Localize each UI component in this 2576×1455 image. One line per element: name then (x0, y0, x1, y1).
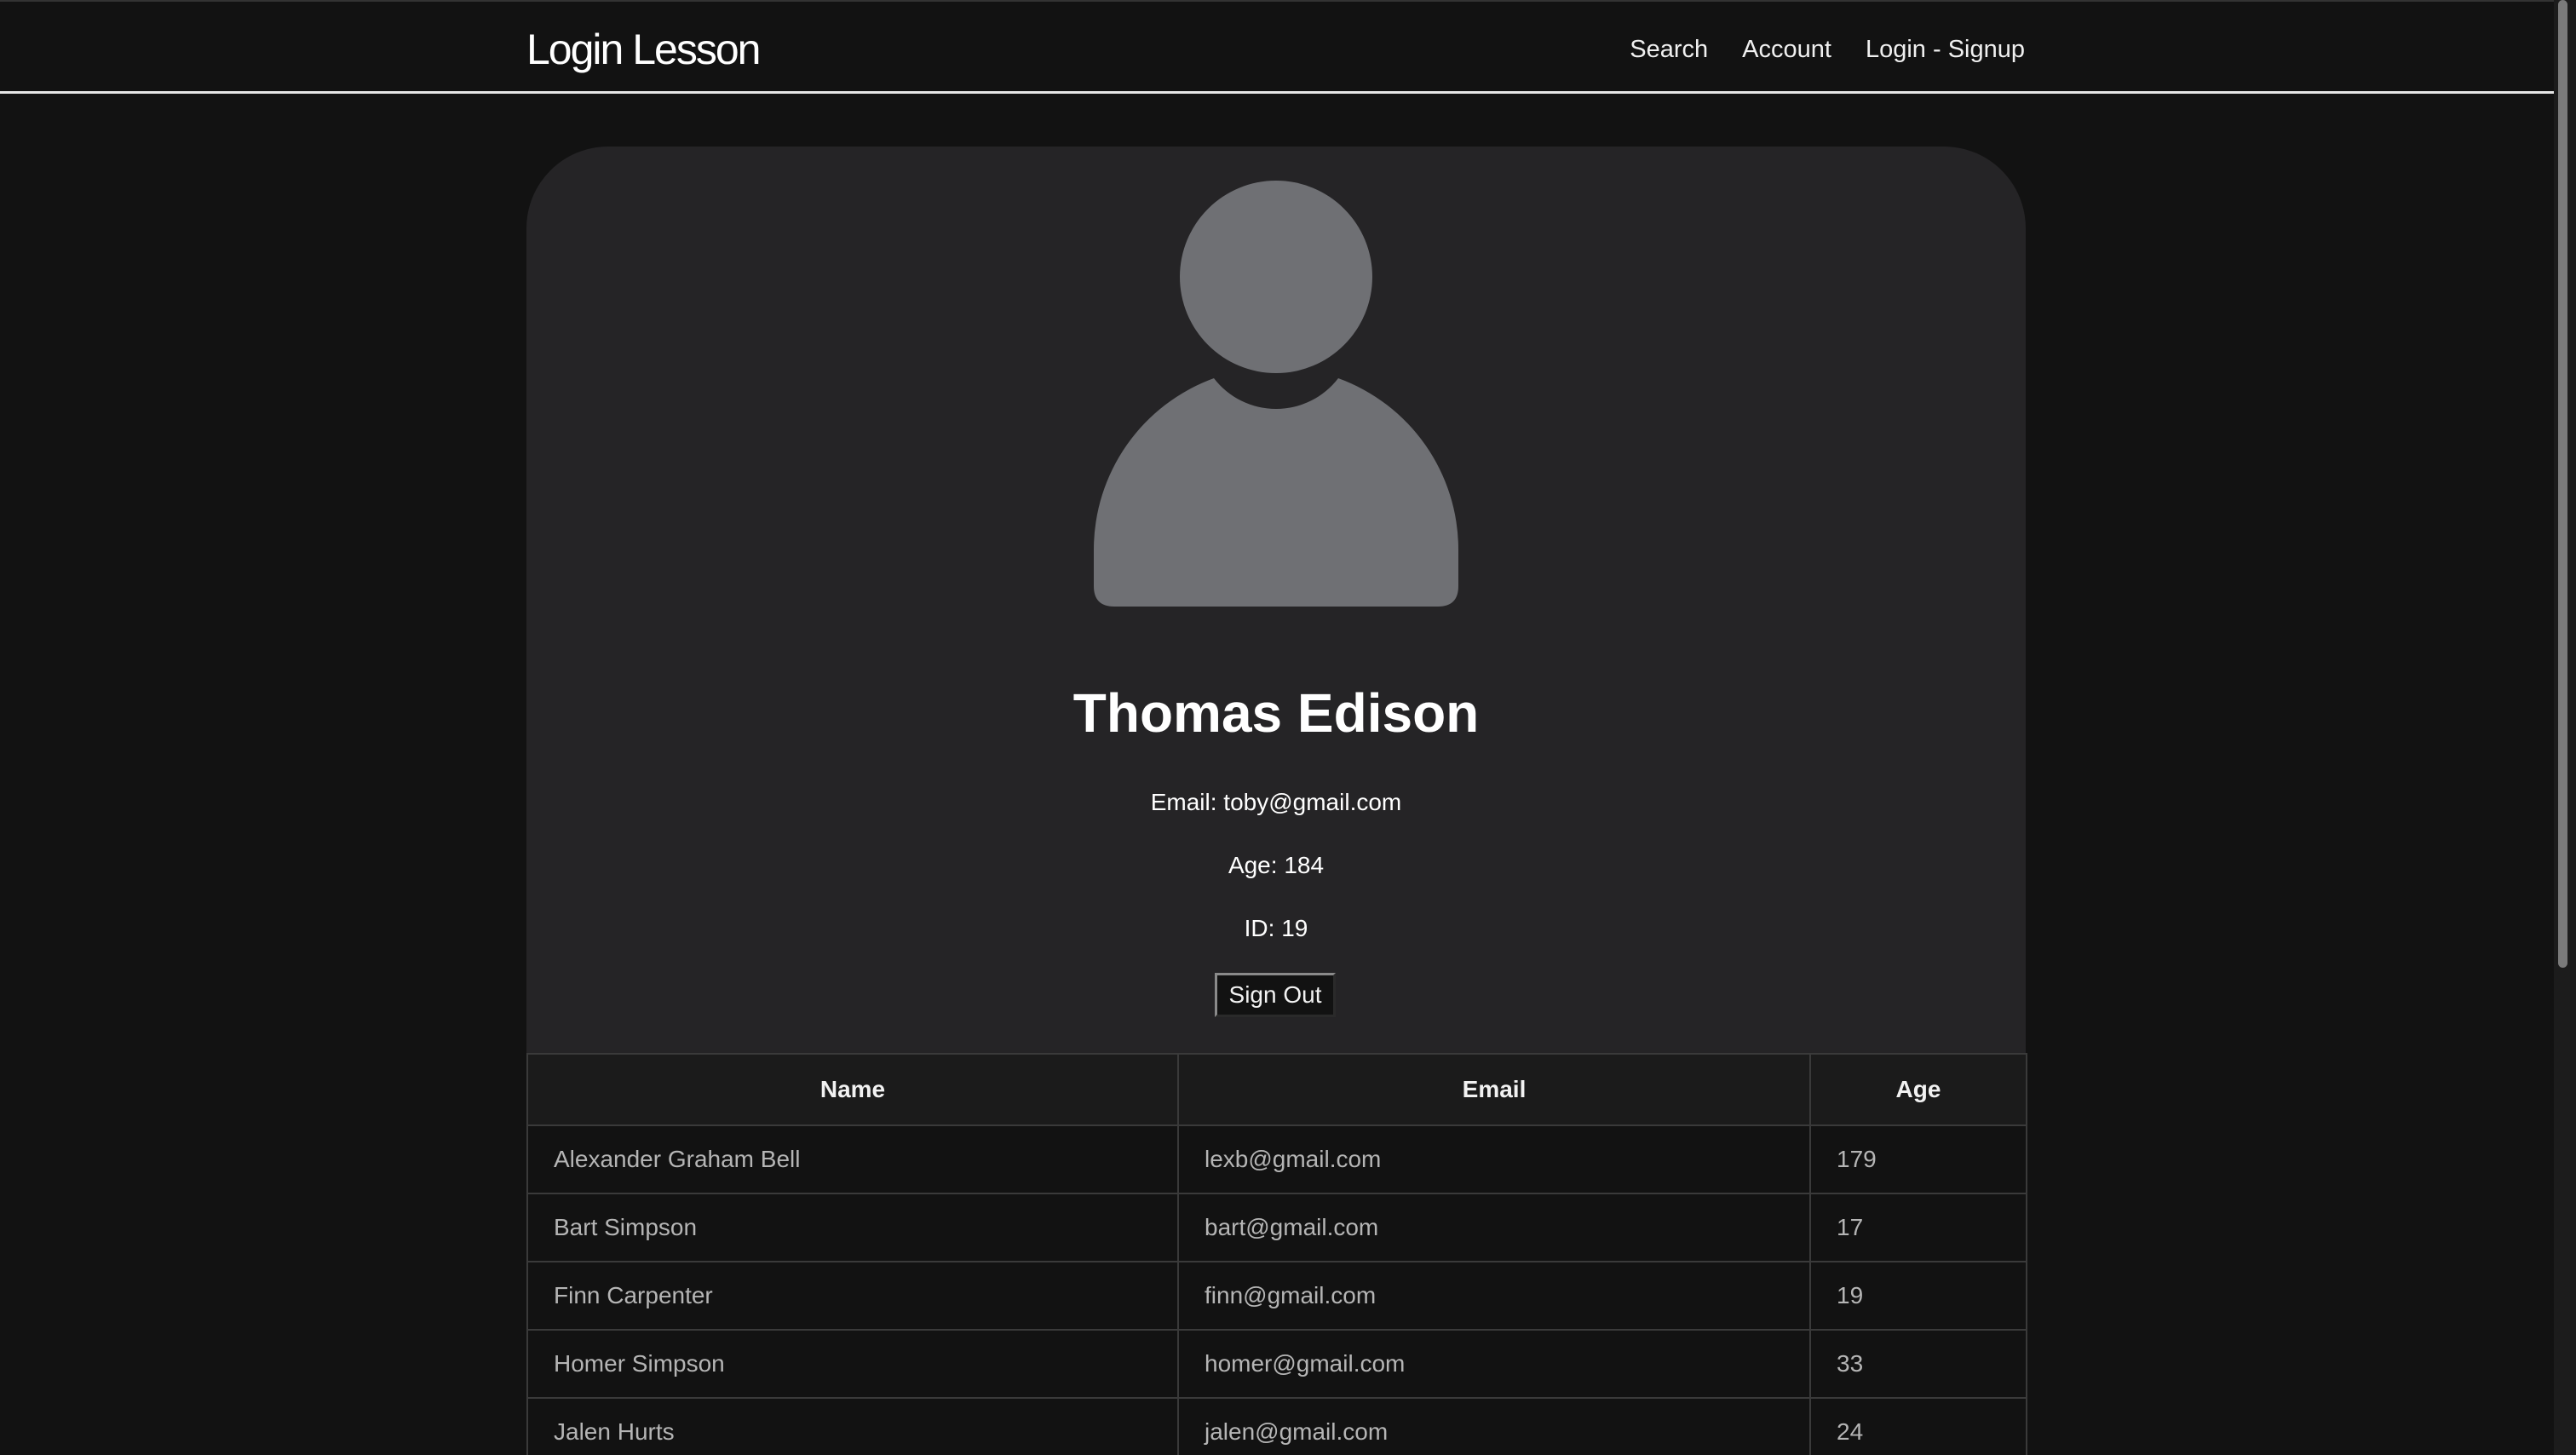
users-table-header: Name Email Age (526, 1053, 2027, 1126)
table-row: Homer Simpson homer@gmail.com 33 (526, 1329, 2027, 1399)
table-row: Alexander Graham Bell lexb@gmail.com 179 (526, 1124, 2027, 1194)
profile-card: Thomas Edison Email: toby@gmail.com Age:… (526, 147, 2026, 1053)
column-header-email[interactable]: Email (1177, 1053, 1811, 1126)
top-navbar: Login Lesson Search Account Login - Sign… (0, 0, 2554, 94)
table-cell-name: Jalen Hurts (526, 1397, 1179, 1455)
table-row: Jalen Hurts jalen@gmail.com 24 (526, 1397, 2027, 1455)
sign-out-button[interactable]: Sign Out (1215, 973, 1336, 1017)
profile-age: Age: 184 (1228, 852, 1325, 878)
scrollbar-thumb[interactable] (2558, 0, 2567, 968)
table-cell-email: lexb@gmail.com (1177, 1124, 1811, 1194)
table-cell-email: jalen@gmail.com (1177, 1397, 1811, 1455)
table-cell-age: 24 (1809, 1397, 2027, 1455)
nav-link-account[interactable]: Account (1742, 31, 1831, 68)
table-cell-name: Bart Simpson (526, 1193, 1179, 1262)
brand-logo-link[interactable]: Login Lesson (526, 22, 761, 77)
table-cell-name: Alexander Graham Bell (526, 1124, 1179, 1194)
table-cell-name: Homer Simpson (526, 1329, 1179, 1399)
nav-links: Search Account Login - Signup (1630, 31, 2025, 68)
table-cell-age: 33 (1809, 1329, 2027, 1399)
table-row: Bart Simpson bart@gmail.com 17 (526, 1193, 2027, 1262)
page: Login Lesson Search Account Login - Sign… (0, 0, 2576, 1455)
table-cell-age: 17 (1809, 1193, 2027, 1262)
profile-name: Thomas Edison (1072, 682, 1480, 744)
profile-email: Email: toby@gmail.com (1150, 789, 1402, 815)
table-cell-email: bart@gmail.com (1177, 1193, 1811, 1262)
table-header-row: Name Email Age (526, 1053, 2027, 1126)
table-cell-age: 179 (1809, 1124, 2027, 1194)
user-silhouette-icon (1094, 181, 1458, 607)
table-row: Finn Carpenter finn@gmail.com 19 (526, 1261, 2027, 1331)
nav-link-search[interactable]: Search (1630, 31, 1708, 68)
users-table-body: Alexander Graham Bell lexb@gmail.com 179… (526, 1124, 2027, 1455)
table-cell-name: Finn Carpenter (526, 1261, 1179, 1331)
table-cell-email: homer@gmail.com (1177, 1329, 1811, 1399)
table-cell-email: finn@gmail.com (1177, 1261, 1811, 1331)
table-cell-age: 19 (1809, 1261, 2027, 1331)
column-header-age[interactable]: Age (1809, 1053, 2027, 1126)
profile-id: ID: 19 (1244, 915, 1308, 941)
nav-link-login-signup[interactable]: Login - Signup (1866, 31, 2025, 68)
vertical-scrollbar[interactable] (2554, 0, 2576, 1455)
users-table: Name Email Age Alexander Graham Bell lex… (526, 1053, 2027, 1455)
column-header-name[interactable]: Name (526, 1053, 1179, 1126)
